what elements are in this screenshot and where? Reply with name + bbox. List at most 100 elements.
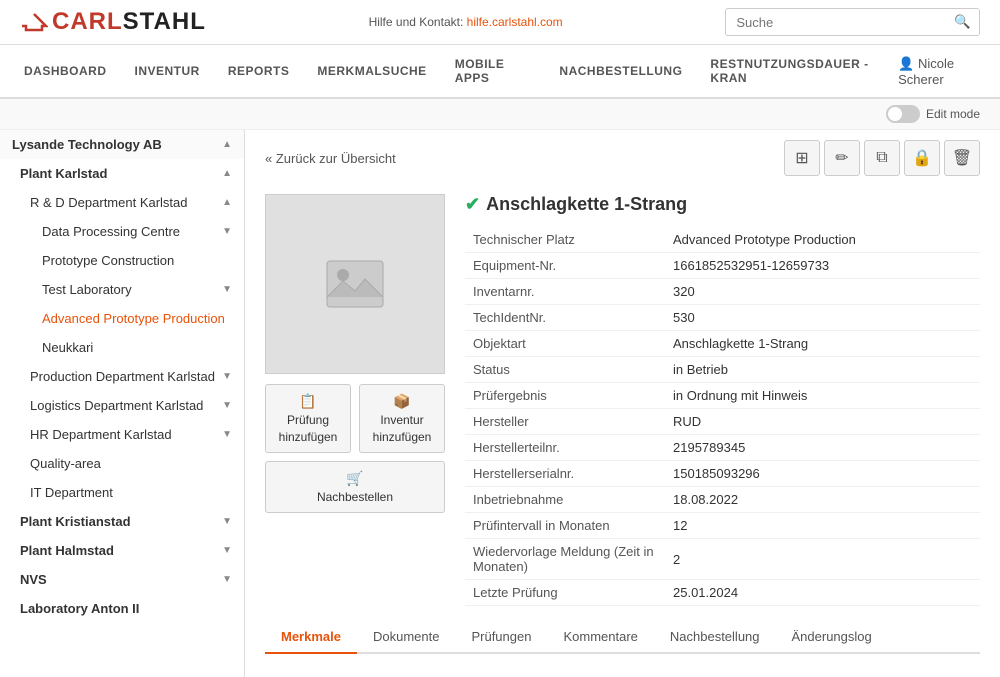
tab-merkmale[interactable]: Merkmale [265,621,357,654]
action-btn-row-1: 📋 Prüfung hinzufügen 📦 Inventur hinzufüg… [265,384,445,453]
sidebar-item-plant-karlstad[interactable]: Plant Karlstad [0,159,244,188]
info-value: 2 [665,539,980,580]
tab-aenderungslog[interactable]: Änderungslog [776,621,888,654]
toolbar: ⊞ ✏ ⧉ 🔒 🗑 [784,140,980,176]
logo-text: CARLSTAHL [52,8,206,36]
info-label: Equipment-Nr. [465,253,665,279]
sidebar-item-production-karlstad[interactable]: Production Department Karlstad [0,362,244,391]
info-label: Status [465,357,665,383]
info-value: Anschlagkette 1-Strang [665,331,980,357]
chevron-up-icon [222,139,232,150]
sidebar-item-lysande[interactable]: Lysande Technology AB [0,130,244,159]
nav-restnutzung[interactable]: RESTNUTZUNGSDAUER - KRAN [696,45,898,99]
edit-mode-toggle[interactable] [886,105,920,123]
grid-view-button[interactable]: ⊞ [784,140,820,176]
logo-carl: CARL [52,8,123,35]
chevron-down-icon [222,226,232,237]
info-row: HerstellerRUD [465,409,980,435]
info-label: Prüfergebnis [465,383,665,409]
info-row: Inbetriebnahme18.08.2022 [465,487,980,513]
action-btn-row-2: 🛒 Nachbestellen [265,461,445,513]
info-row: Prüfintervall in Monaten12 [465,513,980,539]
sidebar-item-prototype-construction[interactable]: Prototype Construction [0,246,244,275]
properties-table: Zulässige Nutzlast [kg]:1000Nutzlänge [m… [265,669,980,677]
sidebar: Lysande Technology AB Plant Karlstad R &… [0,130,245,677]
chevron-up-icon [222,168,232,179]
sidebar-item-plant-halmstad[interactable]: Plant Halmstad [0,536,244,565]
delete-button[interactable]: 🗑 [944,140,980,176]
info-row: ObjektartAnschlagkette 1-Strang [465,331,980,357]
detail-layout: 📋 Prüfung hinzufügen 📦 Inventur hinzufüg… [265,194,980,606]
info-row: Prüfergebnisin Ordnung mit Hinweis [465,383,980,409]
info-value: 150185093296 [665,461,980,487]
sidebar-item-it-department[interactable]: IT Department [0,478,244,507]
tab-pruefungen[interactable]: Prüfungen [455,621,547,654]
nachbestellen-button[interactable]: 🛒 Nachbestellen [265,461,445,513]
nav-inventur[interactable]: INVENTUR [121,52,214,92]
info-row: Equipment-Nr.1661852532951-12659733 [465,253,980,279]
breadcrumb[interactable]: Zurück zur Übersicht [265,151,396,166]
info-label: Prüfintervall in Monaten [465,513,665,539]
info-label: Letzte Prüfung [465,580,665,606]
tab-nachbestellung[interactable]: Nachbestellung [654,621,776,654]
nav-merkmalsuche[interactable]: MERKMALSUCHE [303,52,440,92]
user-menu[interactable]: Nicole Scherer [898,56,990,87]
product-image [265,194,445,374]
sidebar-item-quality-area[interactable]: Quality-area [0,449,244,478]
copy-button[interactable]: ⧉ [864,140,900,176]
info-row: Inventarnr.320 [465,279,980,305]
nav-dashboard[interactable]: DASHBOARD [10,52,121,92]
search-input[interactable] [726,10,946,35]
chevron-down-icon [222,371,232,382]
top-bar: CARLSTAHL Hilfe und Kontakt: hilfe.carls… [0,0,1000,45]
add-inventur-button[interactable]: 📦 Inventur hinzufügen [359,384,445,453]
sidebar-item-rd-karlstad[interactable]: R & D Department Karlstad [0,188,244,217]
help-link[interactable]: hilfe.carlstahl.com [467,15,563,29]
info-value: in Betrieb [665,357,980,383]
info-value: 12 [665,513,980,539]
info-label: Herstellerteilnr. [465,435,665,461]
info-row: Letzte Prüfung25.01.2024 [465,580,980,606]
sidebar-item-nvs[interactable]: NVS [0,565,244,594]
chevron-up-icon [222,197,232,208]
sidebar-item-plant-kristianstad[interactable]: Plant Kristianstad [0,507,244,536]
sidebar-item-data-processing[interactable]: Data Processing Centre [0,217,244,246]
info-value: 2195789345 [665,435,980,461]
detail-info: ✔ Anschlagkette 1-Strang Technischer Pla… [465,194,980,606]
info-value: Advanced Prototype Production [665,227,980,253]
nav-bar: DASHBOARD INVENTUR REPORTS MERKMALSUCHE … [0,45,1000,99]
edit-mode-bar: Edit mode [0,99,1000,130]
sidebar-item-laboratory-anton[interactable]: Laboratory Anton II [0,594,244,623]
info-label: Objektart [465,331,665,357]
search-button[interactable]: 🔍 [946,9,979,35]
info-value: RUD [665,409,980,435]
box-icon: 📦 [393,393,410,410]
info-label: Technischer Platz [465,227,665,253]
sidebar-item-neukkari[interactable]: Neukkari [0,333,244,362]
nav-nachbestellung[interactable]: NACHBESTELLUNG [545,52,696,92]
add-pruefung-button[interactable]: 📋 Prüfung hinzufügen [265,384,351,453]
content-area: Zurück zur Übersicht ⊞ ✏ ⧉ 🔒 🗑 [245,130,1000,677]
sidebar-item-test-laboratory[interactable]: Test Laboratory [0,275,244,304]
sidebar-item-hr-karlstad[interactable]: HR Department Karlstad [0,420,244,449]
search-area: 🔍 [725,8,980,36]
nav-mobile-apps[interactable]: MOBILE APPS [441,45,546,99]
sidebar-item-logistics-karlstad[interactable]: Logistics Department Karlstad [0,391,244,420]
info-value: in Ordnung mit Hinweis [665,383,980,409]
chevron-down-icon [222,284,232,295]
info-label: TechIdentNr. [465,305,665,331]
chevron-down-icon [222,545,232,556]
tab-dokumente[interactable]: Dokumente [357,621,455,654]
sidebar-item-advanced-prototype[interactable]: Advanced Prototype Production [0,304,244,333]
chevron-down-icon [222,429,232,440]
lock-button[interactable]: 🔒 [904,140,940,176]
info-label: Wiedervorlage Meldung (Zeit in Monaten) [465,539,665,580]
prop-value: 1000 [549,671,978,677]
tab-kommentare[interactable]: Kommentare [547,621,653,654]
detail-left: 📋 Prüfung hinzufügen 📦 Inventur hinzufüg… [265,194,445,606]
edit-button[interactable]: ✏ [824,140,860,176]
info-value: 320 [665,279,980,305]
nav-reports[interactable]: REPORTS [214,52,304,92]
chevron-down-icon [222,516,232,527]
help-label: Hilfe und Kontakt: [369,15,464,29]
